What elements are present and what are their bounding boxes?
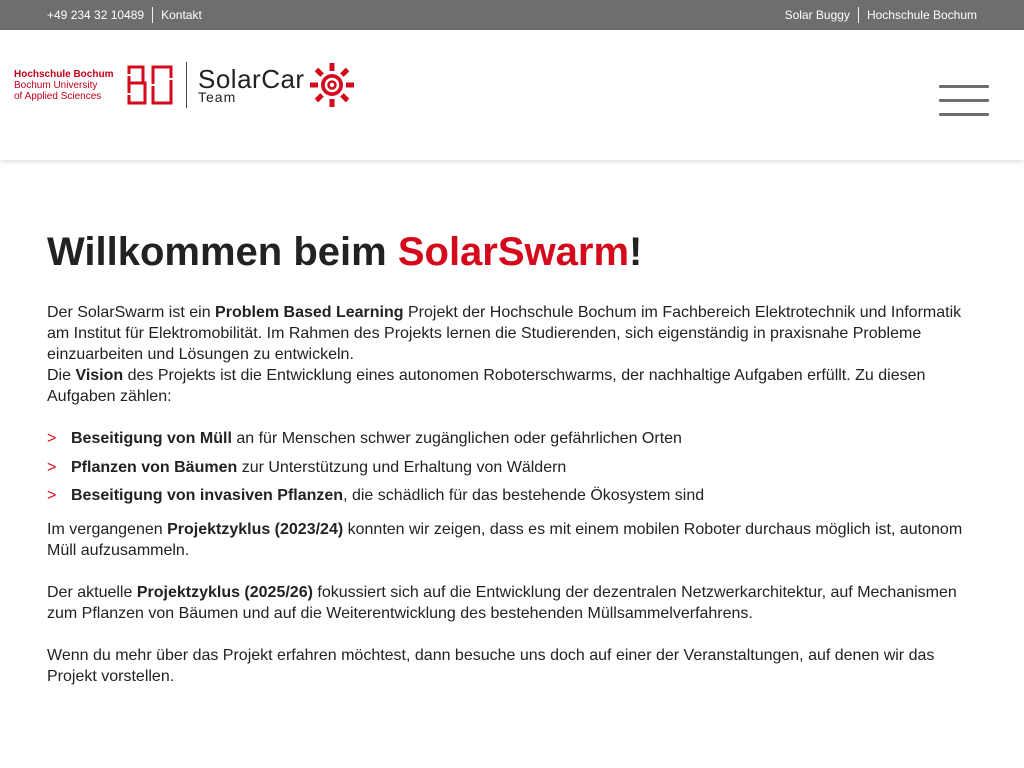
title-accent: SolarSwarm (397, 230, 630, 274)
text-span: Der SolarSwarm ist ein (47, 304, 216, 321)
main-content: Willkommen beim SolarSwarm! Der SolarSwa… (0, 160, 1024, 687)
bold-text: Projektzyklus (2025/26) (136, 584, 313, 601)
hsb-name: Hochschule Bochum (14, 68, 114, 80)
vision-paragraph: Die Vision des Projekts ist die Entwickl… (47, 365, 977, 407)
list-item: > Beseitigung von invasiven Pflanzen, die… (47, 485, 977, 506)
hochschule-bochum-link[interactable]: Hochschule Bochum (867, 8, 977, 22)
menu-bar (939, 85, 989, 88)
contact-link[interactable]: Kontakt (161, 8, 202, 22)
task-list: > Beseitigung von Müll an für Menschen sc… (47, 428, 977, 506)
hsb-logo-text: Hochschule Bochum Bochum University of A… (14, 69, 118, 102)
top-bar-left: +49 234 32 10489 Kontakt (47, 7, 202, 23)
bullet-arrow-icon: > (47, 458, 57, 476)
title-prefix: Willkommen beim (47, 230, 398, 274)
bold-text: Beseitigung von Müll (71, 430, 232, 447)
title-suffix: ! (629, 230, 643, 274)
bo-logo-icon (126, 65, 174, 105)
top-bar: +49 234 32 10489 Kontakt Solar Buggy Hoc… (0, 0, 1024, 30)
phone-link[interactable]: +49 234 32 10489 (47, 8, 144, 22)
past-cycle-paragraph: Im vergangenen Projektzyklus (2023/24) k… (47, 519, 977, 561)
list-item: > Beseitigung von Müll an für Menschen sc… (47, 428, 977, 449)
text-span: an für Menschen schwer zugänglichen oder… (231, 430, 682, 447)
bold-text: Pflanzen von Bäumen (71, 458, 238, 476)
sun-gear-icon (309, 63, 354, 107)
list-item: > Pflanzen von Bäumen zur Unterstützung u… (47, 457, 977, 478)
bold-text: Beseitigung von invasiven Pflanzen (71, 487, 344, 504)
solar-buggy-link[interactable]: Solar Buggy (785, 8, 850, 22)
text-span: Die (47, 367, 76, 384)
menu-bar (939, 99, 989, 102)
menu-button[interactable] (939, 85, 989, 117)
logo-divider (186, 62, 187, 108)
current-cycle-paragraph: Der aktuelle Projektzyklus (2025/26) fok… (47, 582, 977, 624)
text-span: Der aktuelle (47, 584, 137, 601)
hsb-university: Bochum University (14, 79, 98, 91)
text-span: Im vergangenen (47, 521, 168, 538)
text-span: , die schädlich für das bestehende Ökosy… (343, 487, 705, 504)
page-title: Willkommen beim SolarSwarm! (47, 230, 977, 274)
menu-bar (939, 113, 989, 116)
text-span: des Projekts ist die Entwicklung eines a… (47, 367, 926, 405)
text-span: zur Unterstützung und Erhaltung von Wäld… (237, 458, 567, 476)
bold-text: Vision (75, 367, 124, 384)
bullet-arrow-icon: > (47, 430, 57, 447)
solarcar-logo-text: SolarCar Team (198, 66, 305, 104)
bullet-arrow-icon: > (47, 487, 57, 504)
site-header: Hochschule Bochum Bochum University of A… (0, 30, 1024, 160)
intro-paragraph: Der SolarSwarm ist ein Problem Based Lea… (47, 302, 977, 365)
bold-text: Projektzyklus (2023/24) (167, 521, 344, 538)
hsb-applied-sciences: of Applied Sciences (14, 90, 102, 102)
logo-link[interactable]: Hochschule Bochum Bochum University of A… (14, 60, 355, 110)
top-bar-right: Solar Buggy Hochschule Bochum (785, 7, 977, 23)
divider (857, 7, 859, 23)
bold-text: Problem Based Learning (215, 304, 404, 321)
events-paragraph: Wenn du mehr über das Projekt erfahren m… (47, 647, 935, 685)
divider (152, 7, 154, 23)
